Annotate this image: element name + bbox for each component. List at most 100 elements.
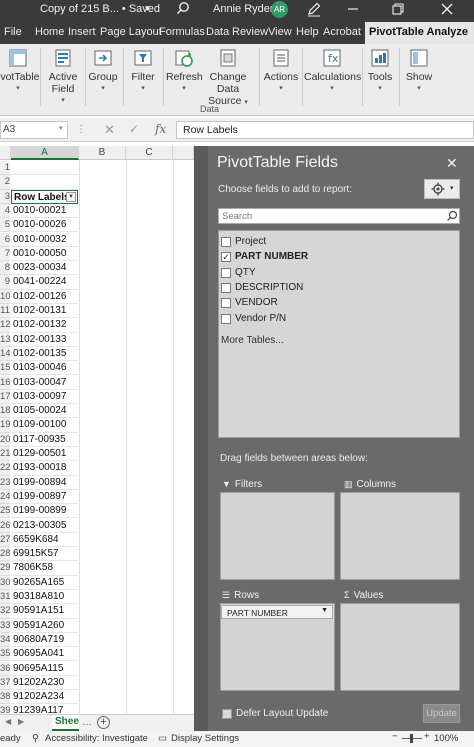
- row-header[interactable]: 1: [0, 161, 10, 176]
- accessibility-icon[interactable]: ⚲: [32, 733, 39, 744]
- tab-file[interactable]: File: [4, 26, 22, 38]
- row-header[interactable]: 27: [0, 532, 10, 548]
- part-number-cell[interactable]: 0102-00132: [11, 318, 78, 333]
- part-number-cell[interactable]: 0041-00224: [11, 275, 78, 290]
- part-number-cell[interactable]: 90591A151: [11, 604, 78, 619]
- row-header[interactable]: 35: [0, 647, 10, 662]
- part-number-cell[interactable]: 0199-00897: [11, 490, 78, 505]
- row-header[interactable]: 23: [0, 475, 10, 490]
- part-number-cell[interactable]: 0102-00131: [11, 304, 78, 319]
- empty-cell[interactable]: [11, 175, 78, 190]
- columns-drop-area[interactable]: [340, 492, 460, 580]
- row-labels-header-cell[interactable]: Row Labels ▼: [11, 189, 78, 204]
- add-sheet-icon[interactable]: +: [97, 716, 110, 729]
- field-checkbox[interactable]: [221, 313, 231, 324]
- part-number-cell[interactable]: 0129-00501: [11, 447, 78, 462]
- part-number-cell[interactable]: 0193-00018: [11, 461, 78, 476]
- show-button[interactable]: Show ▾: [402, 48, 436, 95]
- group-button[interactable]: Group ▾: [87, 48, 119, 95]
- row-header[interactable]: 16: [0, 375, 10, 390]
- row-header[interactable]: 14: [0, 346, 10, 362]
- column-header-b[interactable]: B: [79, 146, 126, 160]
- chevron-down-icon[interactable]: ▼: [321, 607, 328, 614]
- worksheet-grid[interactable]: A B C 1 2 3 Row Labels ▼ 4 0010-00021 5 0010-000…: [0, 146, 194, 714]
- close-icon[interactable]: [440, 1, 454, 17]
- tab-pivottable-analyze[interactable]: PivotTable Analyze: [365, 22, 474, 44]
- part-number-cell[interactable]: 91202A230: [11, 676, 78, 691]
- part-number-cell[interactable]: 69915K57: [11, 547, 78, 562]
- accessibility-status[interactable]: Accessibility: Investigate: [45, 733, 148, 744]
- row-header[interactable]: 9: [0, 275, 10, 290]
- row-header[interactable]: 39: [0, 704, 10, 714]
- row-header[interactable]: 10: [0, 289, 10, 304]
- part-number-cell[interactable]: 0010-00026: [11, 218, 78, 233]
- part-number-cell[interactable]: 90265A165: [11, 576, 78, 590]
- avatar[interactable]: AR: [271, 1, 288, 18]
- row-header[interactable]: 5: [0, 218, 10, 233]
- tab-page-layout[interactable]: Page Layout: [100, 26, 162, 38]
- part-number-cell[interactable]: 0103-00046: [11, 361, 78, 376]
- row-header[interactable]: 26: [0, 518, 10, 533]
- field-search-input[interactable]: Search: [218, 208, 460, 224]
- actions-button[interactable]: Actions ▾: [262, 48, 300, 95]
- part-number-cell[interactable]: 0103-00097: [11, 390, 78, 405]
- row-header[interactable]: 6: [0, 232, 10, 247]
- part-number-cell[interactable]: 0102-00126: [11, 290, 78, 304]
- part-number-cell[interactable]: 7806K58: [11, 561, 78, 576]
- part-number-cell[interactable]: 0105-00024: [11, 404, 78, 419]
- row-header[interactable]: 11: [0, 304, 10, 319]
- column-header-a[interactable]: A: [11, 146, 79, 160]
- pivottable-button[interactable]: ivotTable ▾: [0, 48, 39, 95]
- row-header[interactable]: 24: [0, 489, 10, 505]
- more-tables-link[interactable]: More Tables...: [221, 335, 284, 346]
- part-number-cell[interactable]: 6659K684: [11, 533, 78, 548]
- tab-formulas[interactable]: Formulas: [159, 26, 205, 38]
- display-settings[interactable]: Display Settings: [171, 733, 239, 744]
- row-header[interactable]: 4: [0, 203, 10, 219]
- display-settings-icon[interactable]: ▭: [158, 733, 167, 744]
- calculations-button[interactable]: fx Calculations ▾: [304, 48, 361, 95]
- cancel-icon[interactable]: ✕: [104, 122, 115, 138]
- row-header[interactable]: 3: [0, 189, 10, 204]
- field-checkbox[interactable]: [221, 298, 231, 309]
- row-header[interactable]: 21: [0, 447, 10, 462]
- tab-review[interactable]: Review: [232, 26, 268, 38]
- filter-button[interactable]: Filter ▾: [126, 48, 160, 95]
- defer-layout-checkbox[interactable]: [222, 709, 232, 719]
- row-header[interactable]: 7: [0, 246, 10, 262]
- field-checkbox[interactable]: [221, 282, 231, 293]
- row-header[interactable]: 38: [0, 690, 10, 705]
- zoom-in-icon[interactable]: +: [424, 731, 430, 742]
- zoom-out-icon[interactable]: −: [392, 731, 398, 742]
- row-header[interactable]: 12: [0, 318, 10, 333]
- tab-insert[interactable]: Insert: [68, 26, 96, 38]
- row-header[interactable]: 8: [0, 261, 10, 276]
- row-header[interactable]: 29: [0, 561, 10, 576]
- part-number-cell[interactable]: 0199-00894: [11, 476, 78, 490]
- part-number-cell[interactable]: 90680A719: [11, 633, 78, 648]
- tools-button[interactable]: Tools ▾: [364, 48, 396, 95]
- scroll-left-icon[interactable]: ◀: [5, 717, 11, 726]
- name-box[interactable]: A3: [0, 121, 68, 139]
- part-number-cell[interactable]: 0213-00305: [11, 519, 78, 533]
- row-header[interactable]: 2: [0, 175, 10, 190]
- part-number-cell[interactable]: 0103-00047: [11, 376, 78, 390]
- minimize-icon[interactable]: [345, 0, 361, 18]
- active-field-button[interactable]: Active Field ▾: [43, 48, 83, 107]
- field-checkbox[interactable]: [221, 267, 231, 278]
- tab-help[interactable]: Help: [296, 26, 319, 38]
- part-number-cell[interactable]: 90591A260: [11, 619, 78, 633]
- row-header[interactable]: 15: [0, 361, 10, 376]
- search-icon[interactable]: [176, 1, 190, 15]
- chevron-down-icon[interactable]: ▾: [59, 124, 63, 132]
- row-header[interactable]: 33: [0, 618, 10, 633]
- row-header[interactable]: 37: [0, 675, 10, 691]
- part-number-cell[interactable]: 0102-00133: [11, 333, 78, 347]
- formula-input[interactable]: Row Labels: [176, 121, 474, 139]
- sheet-tab[interactable]: Sheet1: [52, 715, 79, 731]
- part-number-cell[interactable]: 90318A810: [11, 590, 78, 605]
- part-number-cell[interactable]: 0117-00935: [11, 433, 78, 447]
- field-checkbox[interactable]: [221, 237, 231, 247]
- pen-icon[interactable]: [306, 1, 322, 17]
- column-header-d[interactable]: [173, 146, 194, 160]
